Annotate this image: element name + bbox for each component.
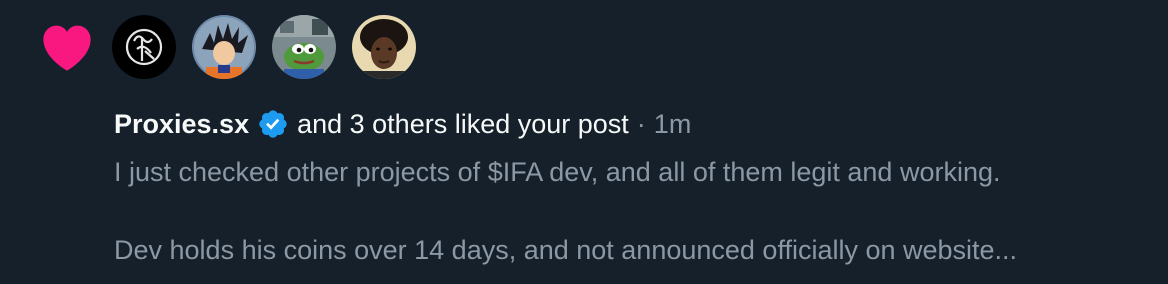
separator-dot: · xyxy=(636,108,646,139)
post-line-2: Dev holds his coins over 14 days, and no… xyxy=(114,235,1018,265)
avatar-anime-character[interactable] xyxy=(192,15,256,79)
liker-avatars xyxy=(112,15,416,79)
verified-badge-icon xyxy=(259,110,287,138)
post-preview[interactable]: I just checked other projects of $IFA de… xyxy=(114,152,1154,270)
frog-avatar-icon xyxy=(272,15,336,79)
action-text: and 3 others liked your post xyxy=(297,108,629,139)
like-notification[interactable]: Proxies.sx and 3 others liked your post … xyxy=(0,0,1168,284)
avatar-person-photo[interactable] xyxy=(352,15,416,79)
notification-headline: Proxies.sx and 3 others liked your post … xyxy=(114,104,691,144)
post-line-1: I just checked other projects of $IFA de… xyxy=(114,157,1001,187)
user-name-link[interactable]: Proxies.sx xyxy=(114,109,249,140)
person-avatar-icon xyxy=(352,15,416,79)
heart-icon xyxy=(43,25,91,71)
timestamp[interactable]: 1m xyxy=(654,109,692,140)
logo-avatar-icon xyxy=(112,15,176,79)
avatar-proxies-sx[interactable] xyxy=(112,15,176,79)
anime-avatar-icon xyxy=(192,15,256,79)
avatar-pepe-frog[interactable] xyxy=(272,15,336,79)
